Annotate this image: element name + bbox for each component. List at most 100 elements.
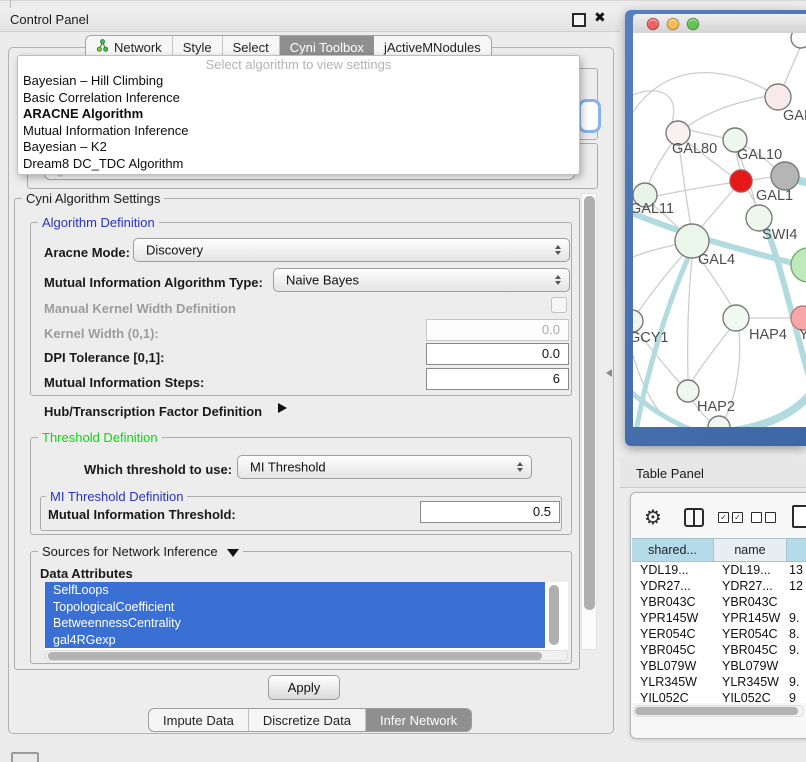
cell-name[interactable]: YBR045C bbox=[714, 642, 787, 658]
cell-value[interactable]: 9. bbox=[787, 610, 806, 626]
expand-arrow-icon[interactable] bbox=[278, 403, 287, 413]
column-header-shared-name[interactable]: shared... bbox=[632, 538, 714, 562]
cell-value[interactable]: 12 bbox=[787, 578, 806, 594]
table-hscroll-thumb[interactable] bbox=[635, 707, 798, 715]
settings-scrollbar-thumb[interactable] bbox=[584, 196, 595, 610]
float-panel-icon[interactable] bbox=[572, 13, 586, 27]
mi-type-value: Naive Bayes bbox=[286, 273, 359, 288]
node-label: GAL11 bbox=[633, 201, 674, 217]
cell-shared-name[interactable]: YBR043C bbox=[632, 594, 714, 610]
apply-button[interactable]: Apply bbox=[268, 675, 340, 700]
table-row[interactable]: YPR145W YPR145W 9. bbox=[632, 610, 806, 626]
tab-infer-network-label: Infer Network bbox=[380, 713, 457, 728]
deselect-all-icon[interactable] bbox=[751, 512, 776, 523]
dropdown-item-basic-correlation[interactable]: Basic Correlation Inference bbox=[18, 90, 579, 107]
dropdown-item-dream8[interactable]: Dream8 DC_TDC Algorithm bbox=[18, 156, 579, 173]
table-row[interactable]: YBR045C YBR045C 9. bbox=[632, 642, 806, 658]
cell-value[interactable]: 8. bbox=[787, 626, 806, 642]
tab-discretize-data-label: Discretize Data bbox=[263, 713, 351, 728]
attributes-scrollbar-thumb[interactable] bbox=[549, 585, 559, 645]
aracne-mode-combo[interactable]: Discovery bbox=[133, 238, 570, 262]
dropdown-item-aracne[interactable]: ARACNE Algorithm bbox=[18, 106, 579, 123]
cell-name[interactable]: YBR043C bbox=[714, 594, 787, 610]
table-row[interactable]: YLR345W YLR345W 9. bbox=[632, 674, 806, 690]
which-threshold-combo[interactable]: MI Threshold bbox=[237, 455, 532, 479]
network-window-titlebar[interactable] bbox=[633, 14, 806, 33]
cell-shared-name[interactable]: YBL079W bbox=[632, 658, 714, 674]
cell-name[interactable]: YDL19... bbox=[714, 562, 787, 578]
cell-name[interactable]: YDR27... bbox=[714, 578, 787, 594]
tab-infer-network[interactable]: Infer Network bbox=[366, 709, 471, 731]
table-row[interactable]: YIL052C YIL052C 9 bbox=[632, 690, 806, 703]
cell-value[interactable] bbox=[787, 658, 806, 674]
cell-shared-name[interactable]: YER054C bbox=[632, 626, 714, 642]
cell-value[interactable]: 9. bbox=[787, 674, 806, 690]
cell-name[interactable]: YER054C bbox=[714, 626, 787, 642]
mi-steps-input[interactable]: 6 bbox=[426, 368, 569, 390]
table-row[interactable]: YDR27... YDR27... 12 bbox=[632, 578, 806, 594]
cell-value[interactable]: 9. bbox=[787, 642, 806, 658]
collapse-arrow-icon[interactable] bbox=[227, 549, 239, 557]
tab-discretize-data[interactable]: Discretize Data bbox=[249, 709, 366, 731]
cell-name[interactable]: YIL052C bbox=[714, 690, 787, 703]
attributes-hscroll-thumb[interactable] bbox=[48, 652, 542, 660]
table-row[interactable]: YBR043C YBR043C bbox=[632, 594, 806, 610]
new-table-icon[interactable] bbox=[792, 505, 806, 528]
tab-impute-data[interactable]: Impute Data bbox=[149, 709, 249, 731]
dropdown-item-bayesian-hill-climbing[interactable]: Bayesian – Hill Climbing bbox=[18, 73, 579, 90]
list-item-gal4rgexp[interactable]: gal4RGexp bbox=[45, 632, 545, 649]
close-panel-icon[interactable]: ✖ bbox=[594, 9, 606, 26]
gear-icon[interactable]: ⚙ bbox=[644, 505, 662, 530]
node-hap4[interactable] bbox=[723, 305, 749, 331]
node-hap2[interactable] bbox=[677, 380, 699, 402]
list-item-selfloops[interactable]: SelfLoops bbox=[45, 582, 545, 599]
node-gal1[interactable] bbox=[730, 170, 752, 192]
cell-value[interactable]: 9 bbox=[787, 690, 806, 703]
dropdown-item-bayesian-k2[interactable]: Bayesian – K2 bbox=[18, 139, 579, 156]
list-item-topologicalcoefficient[interactable]: TopologicalCoefficient bbox=[45, 599, 545, 616]
table-row[interactable]: YBL079W YBL079W bbox=[632, 658, 806, 674]
cyni-bottom-tabbar: Impute Data Discretize Data Infer Networ… bbox=[148, 708, 472, 732]
mi-type-combo[interactable]: Naive Bayes bbox=[273, 268, 570, 292]
cell-shared-name[interactable]: YPR145W bbox=[632, 610, 714, 626]
close-traffic-light-icon[interactable] bbox=[647, 18, 659, 30]
column-header-clipped[interactable] bbox=[787, 538, 806, 562]
dropdown-item-mutual-information[interactable]: Mutual Information Inference bbox=[18, 123, 579, 140]
node-right-green[interactable] bbox=[791, 248, 806, 282]
control-panel-titlebar bbox=[0, 8, 620, 32]
cell-value[interactable] bbox=[787, 594, 806, 610]
mi-threshold-input[interactable]: 0.5 bbox=[420, 501, 560, 523]
dpi-tolerance-input[interactable]: 0.0 bbox=[426, 343, 569, 365]
hub-definition-header[interactable]: Hub/Transcription Factor Definition bbox=[44, 404, 262, 419]
cell-shared-name[interactable]: YDL19... bbox=[632, 562, 714, 578]
columns-icon[interactable] bbox=[684, 508, 704, 527]
cell-shared-name[interactable]: YIL052C bbox=[632, 690, 714, 703]
node-gray[interactable] bbox=[771, 162, 799, 190]
cell-shared-name[interactable]: YLR345W bbox=[632, 674, 714, 690]
tab-network-label: Network bbox=[114, 40, 162, 55]
cell-shared-name[interactable]: YDR27... bbox=[632, 578, 714, 594]
list-item-betweennesscentrality[interactable]: BetweennessCentrality bbox=[45, 615, 545, 632]
bottom-corner-panel-icon[interactable] bbox=[11, 752, 39, 762]
zoom-traffic-light-icon[interactable] bbox=[687, 18, 699, 30]
table-row[interactable]: YER054C YER054C 8. bbox=[632, 626, 806, 642]
cell-shared-name[interactable]: YBR045C bbox=[632, 642, 714, 658]
node-bottom[interactable] bbox=[708, 416, 730, 427]
cell-name[interactable]: YBL079W bbox=[714, 658, 787, 674]
dropdown-prompt: Select algorithm to view settings bbox=[18, 56, 579, 73]
node-gcy1[interactable] bbox=[633, 310, 643, 332]
sources-group-title[interactable]: Sources for Network Inference bbox=[38, 544, 243, 559]
node-gal-clipped[interactable] bbox=[765, 84, 791, 110]
cell-name[interactable]: YLR345W bbox=[714, 674, 787, 690]
network-graph: GAL GAL80 GAL10 GAL1 GAL11 SWI4 GAL4 GCY… bbox=[633, 33, 806, 427]
select-all-icon[interactable]: ✓ ✓ bbox=[718, 512, 743, 523]
table-row[interactable]: YDL19... YDL19... 13 bbox=[632, 562, 806, 578]
network-canvas[interactable]: GAL GAL80 GAL10 GAL1 GAL11 SWI4 GAL4 GCY… bbox=[633, 33, 806, 427]
kernel-width-input: 0.0 bbox=[426, 319, 569, 341]
cell-name[interactable]: YPR145W bbox=[714, 610, 787, 626]
minimize-traffic-light-icon[interactable] bbox=[667, 18, 679, 30]
node[interactable] bbox=[791, 33, 806, 48]
split-pane-grip[interactable] bbox=[606, 369, 612, 377]
column-header-name[interactable]: name bbox=[714, 538, 787, 562]
cell-value[interactable]: 13 bbox=[787, 562, 806, 578]
